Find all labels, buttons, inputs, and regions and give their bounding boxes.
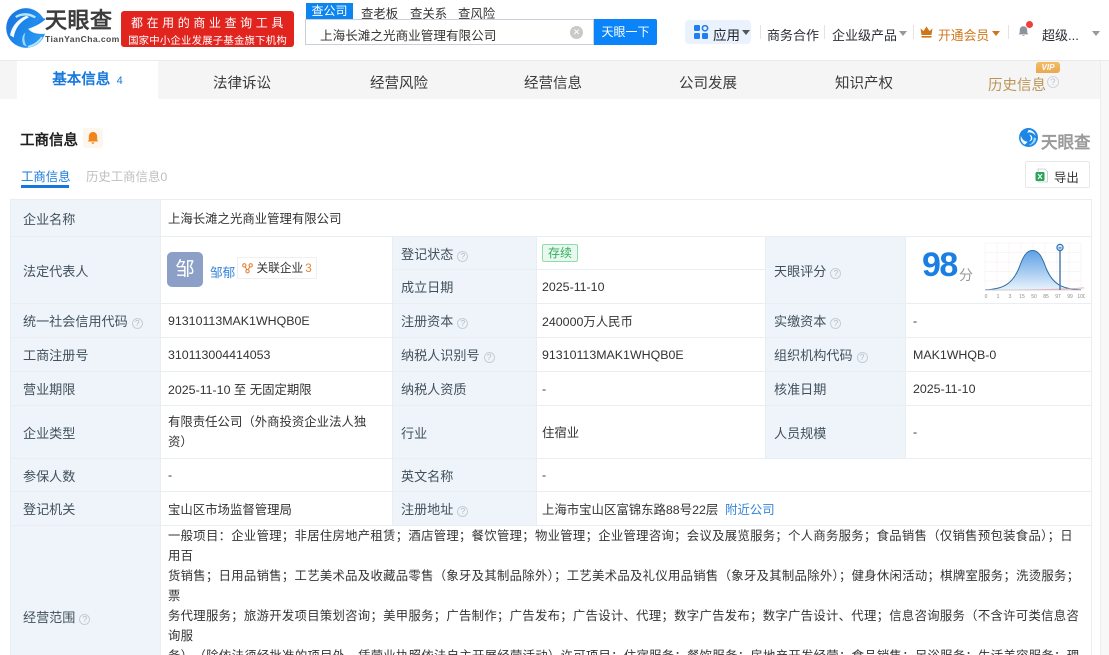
svg-text:100: 100 [1077,294,1085,300]
svg-text:3: 3 [1009,294,1012,300]
svg-text:0: 0 [985,294,988,300]
svg-text:99: 99 [1067,294,1073,300]
svg-text:85: 85 [1043,294,1049,300]
svg-text:1: 1 [997,294,1000,300]
svg-text:97: 97 [1055,294,1061,300]
svg-text:50: 50 [1031,294,1037,300]
svg-text:15: 15 [1019,294,1025,300]
